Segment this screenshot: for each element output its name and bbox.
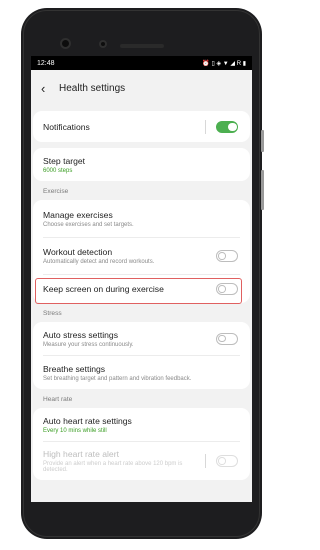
workout-detection-sub: Automatically detect and record workouts… — [43, 259, 155, 265]
divider-vertical — [205, 454, 206, 468]
page-title: Health settings — [59, 82, 126, 94]
stage: 12:48 ⏰ ▯ ◈ ▼ ◢ R ▮ ‹ Health settings No… — [0, 0, 283, 550]
high-heart-rate-alert-toggle[interactable] — [216, 455, 238, 467]
notifications-row[interactable]: Notifications — [33, 111, 250, 142]
divider-vertical — [205, 119, 206, 134]
step-target-label: Step target — [43, 155, 86, 166]
high-heart-rate-alert-label: High heart rate alert — [43, 449, 119, 459]
toggle-knob — [218, 252, 226, 260]
breathe-settings-sub: Set breathing target and pattern and vib… — [43, 375, 192, 382]
section-stress: Stress — [43, 310, 62, 317]
toggle-knob — [218, 457, 226, 465]
workout-detection-label: Workout detection — [43, 247, 113, 257]
manage-exercises-row[interactable]: Manage exercises Choose exercises and se… — [33, 200, 250, 237]
manage-exercises-sub: Choose exercises and set targets. — [43, 221, 134, 228]
back-arrow-icon[interactable]: ‹ — [41, 81, 59, 96]
auto-stress-row[interactable]: Auto stress settings Measure your stress… — [33, 322, 250, 355]
high-heart-rate-alert-sub: Provide an alert when a heart rate above… — [43, 461, 183, 473]
notifications-card: Notifications — [33, 111, 250, 142]
breathe-settings-label: Breathe settings — [43, 363, 106, 374]
notifications-toggle[interactable] — [216, 120, 238, 133]
sensor-icon — [99, 40, 107, 48]
keep-screen-on-toggle[interactable] — [216, 283, 238, 295]
auto-heart-rate-label: Auto heart rate settings — [43, 415, 132, 426]
step-target-row[interactable]: Step target 6000 steps — [33, 148, 250, 181]
auto-heart-rate-row[interactable]: Auto heart rate settings Every 10 mins w… — [33, 408, 250, 441]
exercise-card: Manage exercises Choose exercises and se… — [33, 200, 250, 303]
status-bar: 12:48 ⏰ ▯ ◈ ▼ ◢ R ▮ — [31, 56, 252, 70]
toggle-knob — [218, 334, 226, 342]
status-icons: ⏰ ▯ ◈ ▼ ◢ R ▮ — [202, 60, 246, 67]
volume-button — [261, 130, 264, 152]
breathe-settings-row[interactable]: Breathe settings Set breathing target an… — [33, 356, 250, 389]
section-exercise: Exercise — [43, 188, 69, 195]
keep-screen-on-label: Keep screen on during exercise — [43, 284, 164, 294]
toggle-knob — [218, 285, 226, 293]
auto-stress-sub: Measure your stress continuously. — [43, 341, 134, 348]
auto-heart-rate-sub: Every 10 mins while still — [43, 427, 107, 434]
auto-stress-toggle[interactable] — [216, 332, 238, 345]
notifications-label: Notifications — [43, 121, 90, 132]
power-button — [261, 170, 264, 210]
workout-detection-toggle[interactable] — [216, 250, 238, 262]
workout-detection-row[interactable]: Workout detection Automatically detect a… — [33, 238, 250, 274]
heart-rate-card: Auto heart rate settings Every 10 mins w… — [33, 408, 250, 480]
screen: 12:48 ⏰ ▯ ◈ ▼ ◢ R ▮ ‹ Health settings No… — [31, 56, 252, 502]
manage-exercises-label: Manage exercises — [43, 209, 113, 220]
app-header: ‹ Health settings — [31, 70, 252, 106]
keep-screen-on-row[interactable]: Keep screen on during exercise — [33, 275, 250, 303]
step-target-value: 6000 steps — [43, 167, 73, 174]
navigation-bar-area — [31, 502, 252, 532]
status-time: 12:48 — [37, 59, 55, 67]
auto-stress-label: Auto stress settings — [43, 329, 118, 340]
step-target-card: Step target 6000 steps — [33, 148, 250, 181]
front-camera-icon — [60, 38, 71, 49]
stress-card: Auto stress settings Measure your stress… — [33, 322, 250, 389]
high-heart-rate-alert-row[interactable]: High heart rate alert Provide an alert w… — [33, 442, 250, 480]
earpiece-speaker — [120, 44, 164, 48]
section-heart-rate: Heart rate — [43, 396, 73, 403]
toggle-knob — [228, 122, 237, 131]
